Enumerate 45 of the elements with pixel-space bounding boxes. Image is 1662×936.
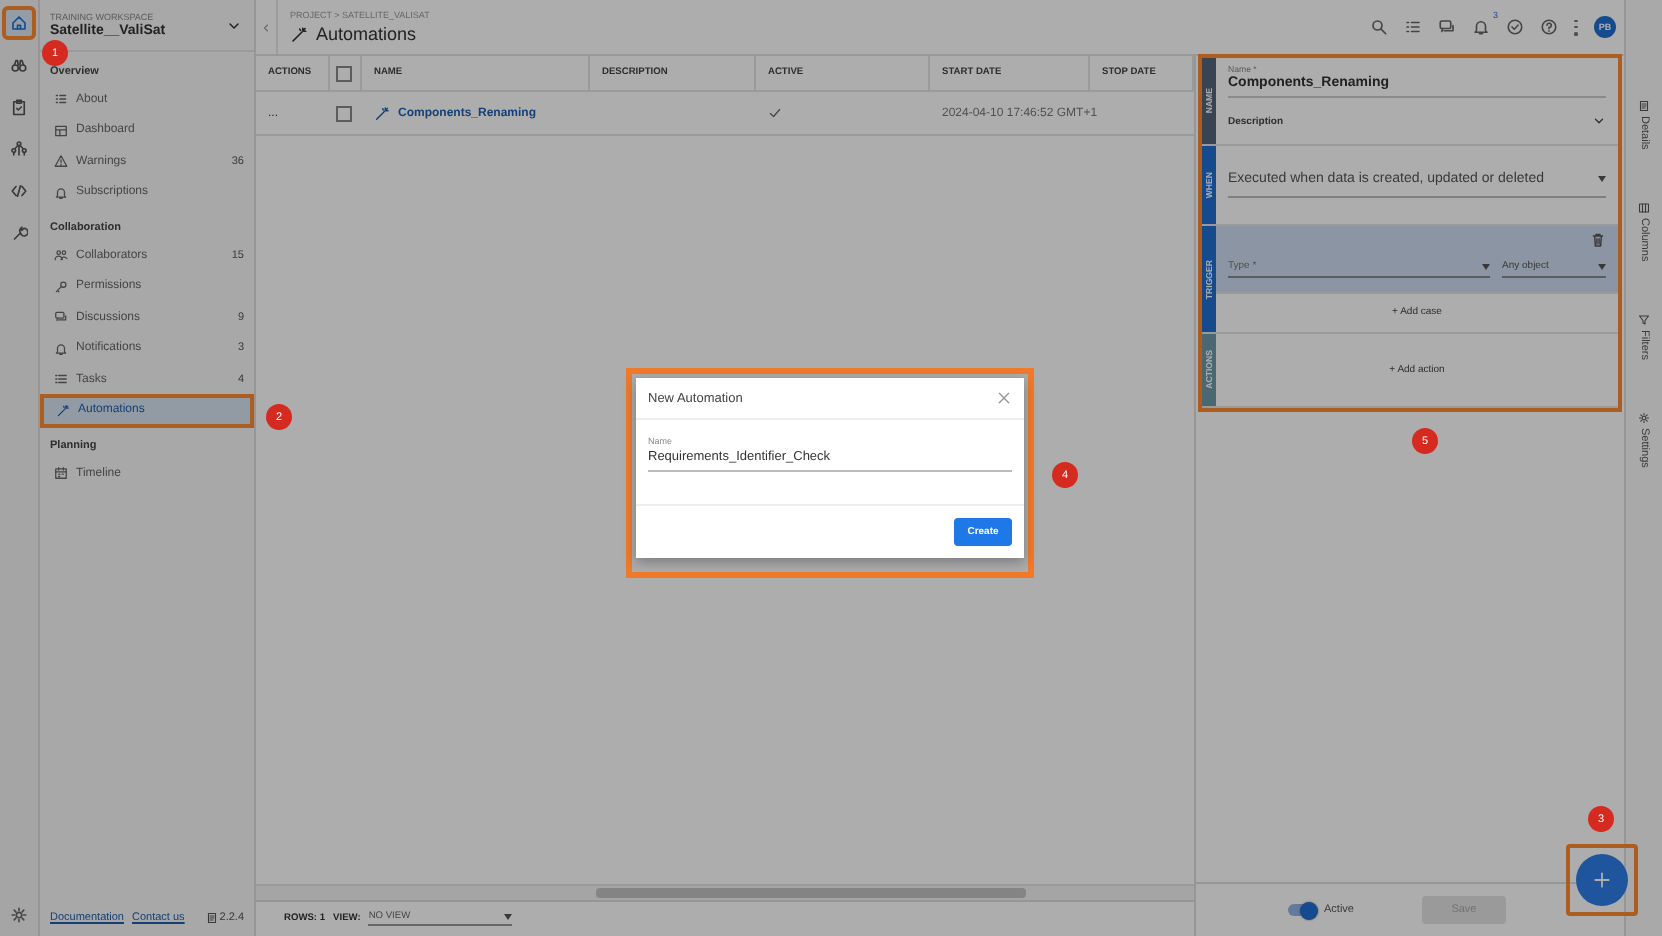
chevron-icon <box>1592 114 1606 128</box>
people-icon <box>54 248 68 263</box>
list-icon <box>54 372 68 387</box>
select-all-checkbox[interactable] <box>336 65 352 81</box>
wand-icon <box>290 25 308 43</box>
home-icon <box>10 14 28 32</box>
horizontal-scrollbar[interactable] <box>256 884 1194 900</box>
bell-icon <box>54 341 68 356</box>
close-icon <box>996 390 1012 406</box>
calendar-icon <box>54 466 68 481</box>
key-icon <box>54 279 68 294</box>
bell-icon <box>54 185 68 200</box>
settings-icon <box>10 906 28 924</box>
page-title: Automations <box>316 24 417 44</box>
active-toggle[interactable] <box>1288 904 1316 916</box>
warning-icon <box>54 154 68 169</box>
document-icon <box>205 912 218 924</box>
close-button[interactable] <box>996 390 1012 406</box>
wand-icon <box>374 105 390 121</box>
columns-icon <box>1638 201 1650 214</box>
dashboard-icon <box>54 123 68 138</box>
plus-icon <box>1592 870 1612 890</box>
collapse-icon <box>260 21 272 33</box>
list-icon <box>54 92 68 107</box>
trash-icon <box>1590 232 1606 248</box>
filter-icon <box>1638 313 1650 326</box>
hierarchy-icon <box>10 140 28 158</box>
document-icon <box>1638 100 1650 112</box>
help-icon <box>1540 18 1558 36</box>
binoculars-icon <box>10 56 28 74</box>
bell-icon <box>1472 18 1490 36</box>
wand-icon <box>56 403 70 418</box>
chat-icon <box>1438 18 1456 36</box>
nav-rail-button[interactable] <box>4 8 34 38</box>
chat-icon <box>54 310 68 325</box>
settings-icon <box>1638 411 1650 423</box>
search-icon <box>1370 18 1388 36</box>
chevron-icon <box>226 17 242 33</box>
clipboard-icon <box>10 98 28 116</box>
list-icon <box>1404 18 1422 36</box>
add-button[interactable] <box>1576 854 1628 906</box>
row-checkbox[interactable] <box>336 105 352 121</box>
checkmark-icon <box>768 106 782 120</box>
check-icon <box>1506 18 1524 36</box>
code-icon <box>10 182 28 200</box>
